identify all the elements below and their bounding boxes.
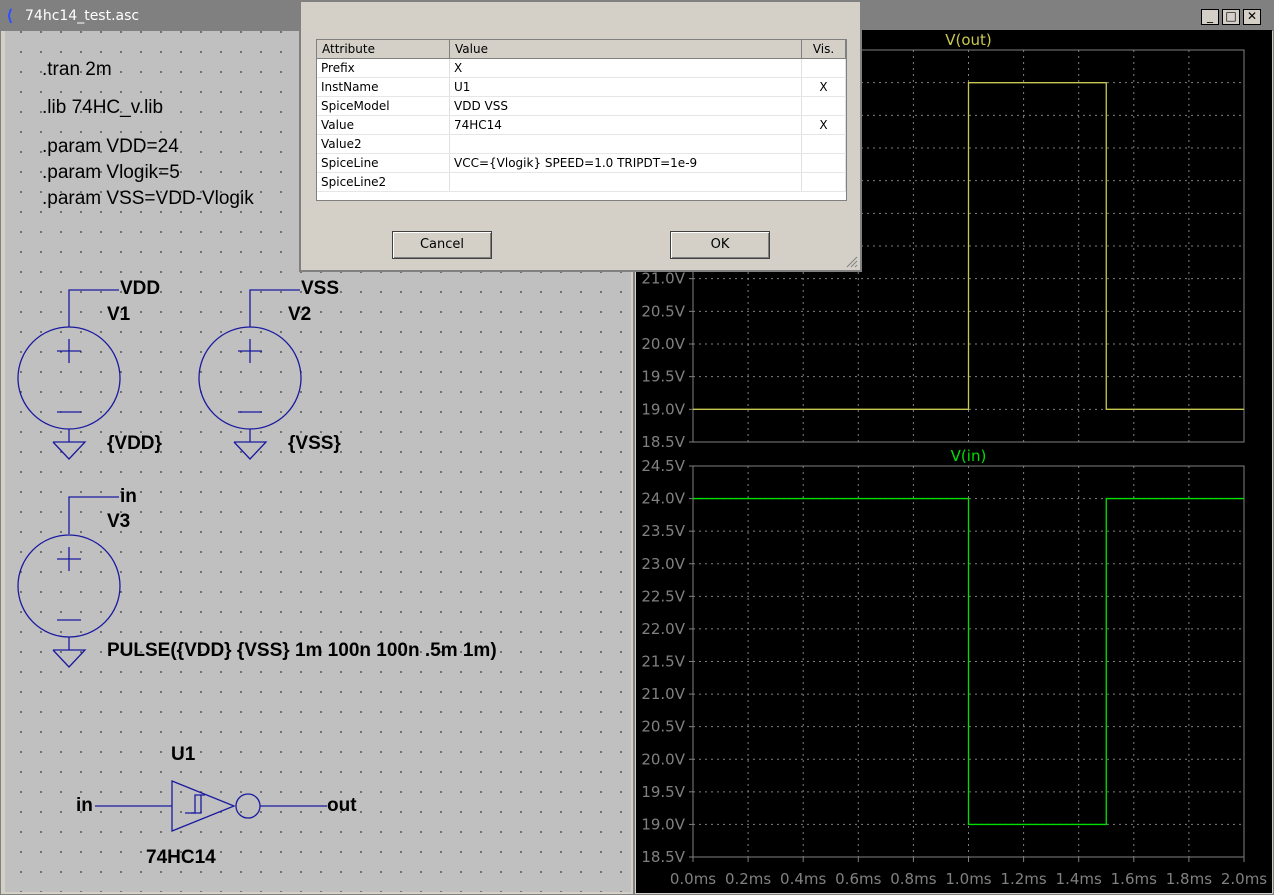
attribute-name-cell[interactable]: SpiceLine2 [317, 173, 450, 191]
v1-name[interactable]: V1 [107, 304, 130, 326]
minimize-button[interactable]: _ [1201, 9, 1219, 25]
attribute-name-cell[interactable]: Prefix [317, 59, 450, 77]
attribute-vis-cell[interactable] [802, 173, 846, 191]
ok-button[interactable]: OK [670, 231, 770, 259]
attribute-vis-cell[interactable] [802, 59, 846, 77]
x-tick-label: 2.0ms [1221, 870, 1267, 888]
v2-value[interactable]: {VSS} [288, 433, 341, 455]
resize-grip-icon[interactable] [844, 254, 858, 268]
y-tick-label: 23.5V [641, 522, 685, 540]
attribute-value-cell[interactable]: U1 [450, 78, 802, 96]
x-tick-label: 0.4ms [780, 870, 826, 888]
attribute-vis-cell[interactable] [802, 154, 846, 172]
u1-name[interactable]: U1 [171, 744, 195, 766]
y-tick-label: 19.0V [641, 400, 685, 418]
x-tick-label: 1.4ms [1056, 870, 1102, 888]
u1-model[interactable]: 74HC14 [146, 847, 216, 869]
attribute-vis-cell[interactable] [802, 97, 846, 115]
y-tick-label: 20.5V [641, 302, 685, 320]
voltage-source-v2[interactable] [198, 289, 302, 460]
attribute-value-cell[interactable] [450, 173, 802, 191]
maximize-button[interactable]: □ [1222, 9, 1240, 25]
attribute-table[interactable]: Attribute Value Vis. Prefix X InstName U1 X S… [316, 39, 847, 201]
attribute-row[interactable]: Prefix X [317, 59, 846, 78]
u1-out-label[interactable]: out [327, 795, 357, 817]
schematic-title: 74hc14_test.asc [25, 8, 140, 24]
net-label-in[interactable]: in [120, 486, 137, 508]
attribute-value-cell[interactable]: VCC={Vlogik} SPEED=1.0 TRIPDT=1e-9 [450, 154, 802, 172]
close-button[interactable]: ✕ [1243, 9, 1261, 25]
attribute-name-cell[interactable]: SpiceModel [317, 97, 450, 115]
y-tick-label: 21.0V [641, 685, 685, 703]
y-tick-label: 24.0V [641, 490, 685, 508]
attribute-row[interactable]: InstName U1 X [317, 78, 846, 97]
attribute-row[interactable]: Value2 [317, 135, 846, 154]
y-tick-label: 22.0V [641, 620, 685, 638]
u1-in-label[interactable]: in [76, 795, 93, 817]
attribute-row[interactable]: SpiceLine2 [317, 173, 846, 192]
y-tick-label: 19.5V [641, 368, 685, 386]
schmitt-inverter-u1[interactable] [95, 780, 327, 832]
x-tick-label: 1.2ms [1000, 870, 1046, 888]
y-tick-label: 24.5V [641, 457, 685, 475]
y-tick-label: 20.0V [641, 335, 685, 353]
v3-name[interactable]: V3 [107, 511, 130, 533]
attribute-value-cell[interactable] [450, 135, 802, 153]
attribute-table-header: Attribute Value Vis. [317, 40, 846, 59]
cancel-button[interactable]: Cancel [392, 231, 492, 259]
x-tick-label: 0.8ms [890, 870, 936, 888]
header-attribute[interactable]: Attribute [317, 40, 450, 58]
y-tick-label: 21.0V [641, 270, 685, 288]
series-title: V(out) [945, 31, 992, 49]
attribute-name-cell[interactable]: InstName [317, 78, 450, 96]
header-value[interactable]: Value [450, 40, 802, 58]
attribute-vis-cell[interactable]: X [802, 78, 846, 96]
ltspice-icon: ⟨ [6, 6, 14, 25]
attribute-value-cell[interactable]: VDD VSS [450, 97, 802, 115]
y-tick-label: 19.0V [641, 815, 685, 833]
attribute-name-cell[interactable]: Value2 [317, 135, 450, 153]
attribute-vis-cell[interactable]: X [802, 116, 846, 134]
x-tick-label: 1.0ms [945, 870, 991, 888]
x-tick-label: 0.0ms [670, 870, 716, 888]
y-tick-label: 20.0V [641, 750, 685, 768]
x-tick-label: 1.6ms [1111, 870, 1157, 888]
attribute-vis-cell[interactable] [802, 135, 846, 153]
attribute-rows: Prefix X InstName U1 X SpiceModel VDD VSS Value… [317, 59, 846, 192]
v3-value[interactable]: PULSE({VDD} {VSS} 1m 100n 100n .5m 1m) [107, 640, 497, 662]
net-label-vdd[interactable]: VDD [120, 278, 160, 300]
voltage-source-v3[interactable] [17, 496, 121, 668]
attribute-row[interactable]: SpiceModel VDD VSS [317, 97, 846, 116]
y-tick-label: 20.5V [641, 718, 685, 736]
voltage-source-v1[interactable] [17, 289, 121, 460]
net-label-vss[interactable]: VSS [301, 278, 339, 300]
v1-value[interactable]: {VDD} [107, 433, 162, 455]
attribute-value-cell[interactable]: X [450, 59, 802, 77]
attribute-name-cell[interactable]: Value [317, 116, 450, 134]
y-tick-label: 23.0V [641, 555, 685, 573]
attribute-value-cell[interactable]: 74HC14 [450, 116, 802, 134]
y-tick-label: 19.5V [641, 783, 685, 801]
y-tick-label: 22.5V [641, 587, 685, 605]
x-tick-label: 1.8ms [1166, 870, 1212, 888]
x-tick-label: 0.2ms [725, 870, 771, 888]
v2-name[interactable]: V2 [288, 304, 311, 326]
x-tick-label: 0.6ms [835, 870, 881, 888]
attribute-row[interactable]: SpiceLine VCC={Vlogik} SPEED=1.0 TRIPDT=1… [317, 154, 846, 173]
component-attribute-dialog: Attribute Value Vis. Prefix X InstName U1 X S… [299, 0, 862, 272]
y-tick-label: 18.5V [641, 848, 685, 866]
attribute-name-cell[interactable]: SpiceLine [317, 154, 450, 172]
attribute-row[interactable]: Value 74HC14 X [317, 116, 846, 135]
header-vis[interactable]: Vis. [802, 40, 846, 58]
y-tick-label: 18.5V [641, 433, 685, 451]
y-tick-label: 21.5V [641, 653, 685, 671]
series-title: V(in) [951, 447, 987, 465]
